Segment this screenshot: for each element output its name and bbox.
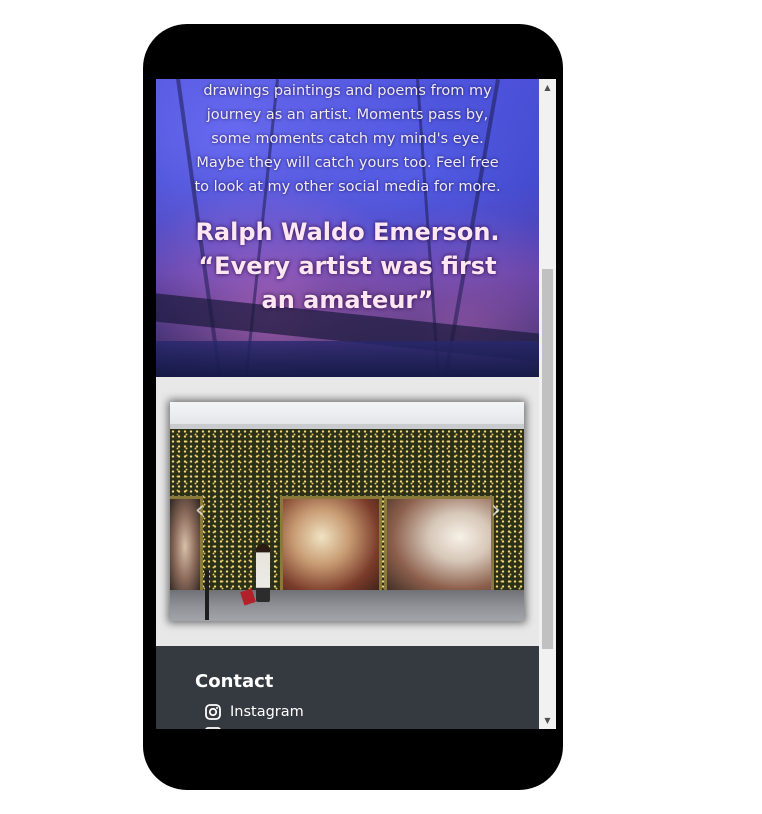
arrow-down-icon: ▼: [544, 716, 551, 725]
device-screen: drawings paintings and poems from my jou…: [156, 79, 556, 729]
intro-line: Maybe they will catch yours too. Feel fr…: [196, 155, 499, 171]
scroll-thumb[interactable]: [542, 269, 553, 649]
quote-heading: Ralph Waldo Emerson. “Every artist was f…: [176, 215, 519, 317]
facebook-icon: [205, 727, 221, 729]
page-viewport[interactable]: drawings paintings and poems from my jou…: [156, 79, 539, 729]
vertical-scrollbar[interactable]: ▲ ▼: [539, 79, 556, 729]
instagram-link[interactable]: Instagram: [204, 702, 304, 722]
chevron-left-icon: ‹: [194, 495, 206, 525]
scroll-up-button[interactable]: ▲: [539, 79, 556, 96]
facebook-link[interactable]: [204, 726, 230, 729]
carousel-photo-post: [205, 570, 209, 620]
quote-line: “Every artist was first: [198, 252, 497, 280]
intro-paragraph: drawings paintings and poems from my jou…: [186, 79, 509, 199]
intro-line: drawings paintings and poems from my: [203, 83, 492, 99]
arrow-up-icon: ▲: [544, 83, 551, 92]
quote-line: Ralph Waldo Emerson.: [195, 218, 500, 246]
carousel-next-button[interactable]: ›: [486, 496, 506, 524]
carousel-prev-button[interactable]: ‹: [190, 496, 210, 524]
intro-line: to look at my other social media for mor…: [194, 179, 501, 195]
intro-line: some moments catch my mind's eye.: [211, 131, 484, 147]
intro-line: journey as an artist. Moments pass by,: [206, 107, 489, 123]
instagram-icon: [205, 704, 221, 720]
carousel-photo-window: [280, 496, 382, 597]
carousel-photo-sidewalk: [170, 590, 524, 621]
quote-line: an amateur”: [261, 286, 434, 314]
instagram-label: Instagram: [230, 704, 304, 720]
contact-footer: Contact Instagram: [156, 646, 539, 729]
image-carousel[interactable]: ‹ ›: [170, 402, 524, 621]
contact-heading: Contact: [195, 671, 274, 692]
hero-bottom-shade: [156, 341, 539, 377]
hero-banner: drawings paintings and poems from my jou…: [156, 79, 539, 377]
scroll-down-button[interactable]: ▼: [539, 712, 556, 729]
carousel-photo-person: [256, 544, 270, 602]
chevron-right-icon: ›: [490, 495, 502, 525]
carousel-photo-window: [384, 496, 494, 597]
